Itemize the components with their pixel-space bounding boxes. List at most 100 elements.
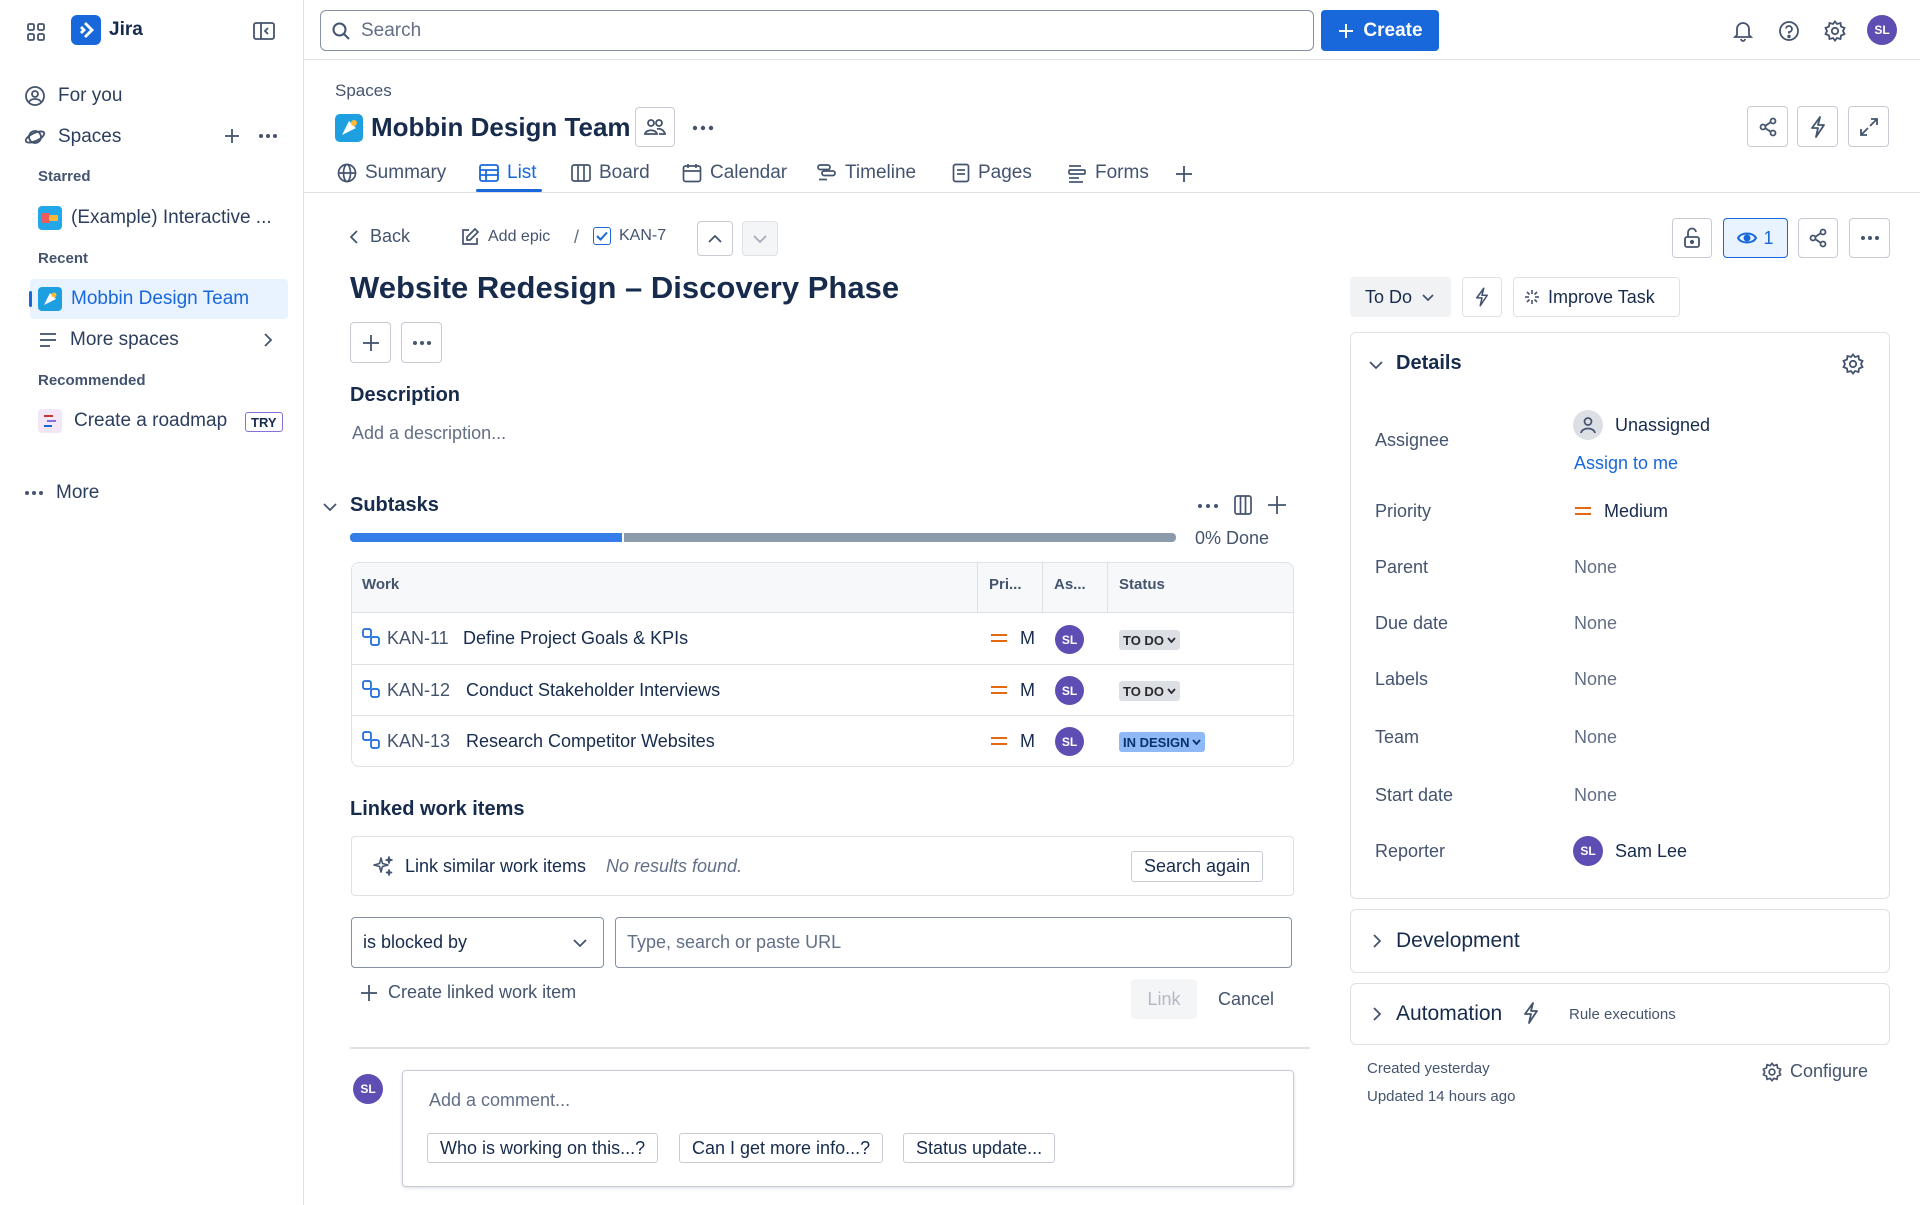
columns-icon[interactable] (1232, 494, 1254, 516)
add-tab-icon[interactable] (1172, 162, 1196, 186)
sidebar-item-spaces[interactable]: Spaces (24, 117, 288, 157)
subtask-key[interactable]: KAN-13 (387, 731, 450, 752)
automation-panel[interactable]: Automation Rule executions (1350, 983, 1890, 1045)
collapse-details-icon[interactable] (1368, 357, 1384, 373)
reporter-avatar[interactable]: SL (1573, 836, 1603, 866)
unlock-icon (1683, 227, 1701, 249)
unassigned-avatar-icon[interactable] (1573, 410, 1603, 440)
search-again-button[interactable]: Search again (1131, 851, 1264, 882)
cancel-button[interactable]: Cancel (1206, 979, 1286, 1019)
labels-value[interactable]: None (1574, 669, 1617, 690)
subtask-summary[interactable]: Define Project Goals & KPIs (463, 628, 688, 649)
details-settings-gear-icon[interactable] (1841, 352, 1865, 376)
issue-actions-button[interactable] (1849, 218, 1890, 258)
previous-issue-button[interactable] (697, 221, 733, 256)
add-space-icon[interactable] (220, 124, 244, 148)
sidebar-item-for-you[interactable]: For you (24, 76, 288, 116)
subtasks-more-icon[interactable] (1196, 499, 1220, 513)
due-date-value[interactable]: None (1574, 613, 1617, 634)
sidebar-item-more[interactable]: More (24, 473, 288, 513)
tab-timeline[interactable]: Timeline (817, 158, 916, 188)
sidebar-item-starred-space[interactable]: (Example) Interactive ... (38, 198, 288, 238)
assignee-avatar[interactable]: SL (1055, 625, 1084, 654)
share-issue-button[interactable] (1798, 218, 1838, 258)
subtask-key[interactable]: KAN-11 (387, 628, 449, 649)
subtask-summary[interactable]: Research Competitor Websites (466, 731, 715, 752)
team-value[interactable]: None (1574, 727, 1617, 748)
status-lozenge[interactable]: TO DO (1119, 681, 1180, 701)
sidebar-item-mobbin-design-team[interactable]: Mobbin Design Team (29, 279, 288, 319)
collapse-sidebar-icon[interactable] (252, 19, 276, 43)
column-header-priority[interactable]: Pri... (989, 576, 1022, 593)
tab-summary[interactable]: Summary (337, 158, 446, 188)
app-switcher-icon[interactable] (24, 20, 48, 44)
add-epic-button[interactable]: Add epic (460, 227, 550, 247)
relation-type-select[interactable]: is blocked by (351, 917, 604, 968)
spaces-more-icon[interactable] (256, 124, 280, 148)
subtask-summary[interactable]: Conduct Stakeholder Interviews (466, 680, 720, 701)
app-name[interactable]: Jira (109, 19, 143, 41)
subtask-key[interactable]: KAN-12 (387, 680, 450, 701)
tab-board[interactable]: Board (571, 158, 650, 188)
development-panel[interactable]: Development (1350, 909, 1890, 973)
space-avatar-icon (38, 287, 62, 311)
comment-suggestion[interactable]: Can I get more info...? (679, 1133, 884, 1163)
issue-more-button[interactable] (401, 322, 442, 363)
settings-gear-icon[interactable] (1822, 18, 1848, 44)
assignee-avatar[interactable]: SL (1055, 727, 1084, 756)
fullscreen-button[interactable] (1848, 106, 1889, 147)
create-button[interactable]: Create (1321, 10, 1439, 51)
reporter-value[interactable]: Sam Lee (1615, 841, 1687, 862)
back-button[interactable]: Back (350, 226, 410, 247)
breadcrumb[interactable]: Spaces (335, 81, 392, 101)
column-header-status[interactable]: Status (1119, 576, 1165, 593)
chevron-right-icon[interactable] (258, 330, 278, 350)
status-lozenge[interactable]: TO DO (1119, 630, 1180, 650)
assignee-avatar[interactable]: SL (1055, 676, 1084, 705)
tab-pages[interactable]: Pages (952, 158, 1032, 188)
parent-value[interactable]: None (1574, 557, 1617, 578)
restrict-access-button[interactable] (1672, 218, 1712, 258)
space-more-icon[interactable] (689, 114, 717, 142)
priority-medium-icon (1574, 506, 1592, 516)
column-header-assignee[interactable]: As... (1054, 576, 1086, 593)
assign-to-me-link[interactable]: Assign to me (1574, 453, 1678, 474)
share-space-button[interactable] (1747, 106, 1788, 147)
status-dropdown[interactable]: To Do (1350, 277, 1451, 317)
priority-value[interactable]: Medium (1604, 501, 1668, 522)
status-lozenge[interactable]: IN DESIGN (1119, 732, 1206, 752)
improve-task-button[interactable]: Improve Task (1513, 277, 1680, 317)
start-date-value[interactable]: None (1574, 785, 1617, 806)
tab-calendar[interactable]: Calendar (682, 158, 787, 188)
sidebar-item-more-spaces[interactable]: More spaces (38, 320, 288, 360)
column-header-work[interactable]: Work (362, 576, 399, 593)
notifications-bell-icon[interactable] (1730, 18, 1756, 44)
issue-key-link[interactable]: KAN-7 (593, 227, 666, 245)
create-linked-item-button[interactable]: Create linked work item (360, 982, 576, 1003)
comment-suggestion[interactable]: Who is working on this...? (427, 1133, 659, 1163)
tab-list[interactable]: List (479, 158, 537, 188)
automation-actions-button[interactable] (1462, 277, 1502, 317)
details-heading[interactable]: Details (1396, 352, 1462, 375)
link-button[interactable]: Link (1131, 979, 1197, 1019)
sidebar-item-label: For you (58, 85, 123, 106)
link-url-input[interactable]: Type, search or paste URL (615, 917, 1292, 968)
assignee-value[interactable]: Unassigned (1615, 415, 1710, 436)
space-team-button[interactable] (635, 107, 675, 147)
issue-title[interactable]: Website Redesign – Discovery Phase (350, 270, 899, 306)
collapse-subtasks-icon[interactable] (322, 499, 338, 515)
search-input[interactable]: Search (320, 10, 1314, 51)
tab-forms[interactable]: Forms (1067, 158, 1149, 188)
comment-suggestion[interactable]: Status update... (903, 1133, 1056, 1163)
add-content-button[interactable] (350, 322, 391, 363)
description-field[interactable]: Add a description... (352, 423, 506, 444)
help-icon[interactable] (1776, 18, 1802, 44)
add-subtask-icon[interactable] (1266, 494, 1288, 516)
comment-box[interactable]: Add a comment... (402, 1070, 1294, 1187)
user-avatar[interactable]: SL (1867, 15, 1897, 45)
jira-logo-icon[interactable] (71, 15, 101, 45)
automation-button[interactable] (1797, 106, 1838, 147)
watch-button[interactable]: 1 (1723, 218, 1788, 258)
configure-button[interactable]: Configure (1762, 1061, 1868, 1082)
next-issue-button[interactable] (742, 221, 778, 256)
